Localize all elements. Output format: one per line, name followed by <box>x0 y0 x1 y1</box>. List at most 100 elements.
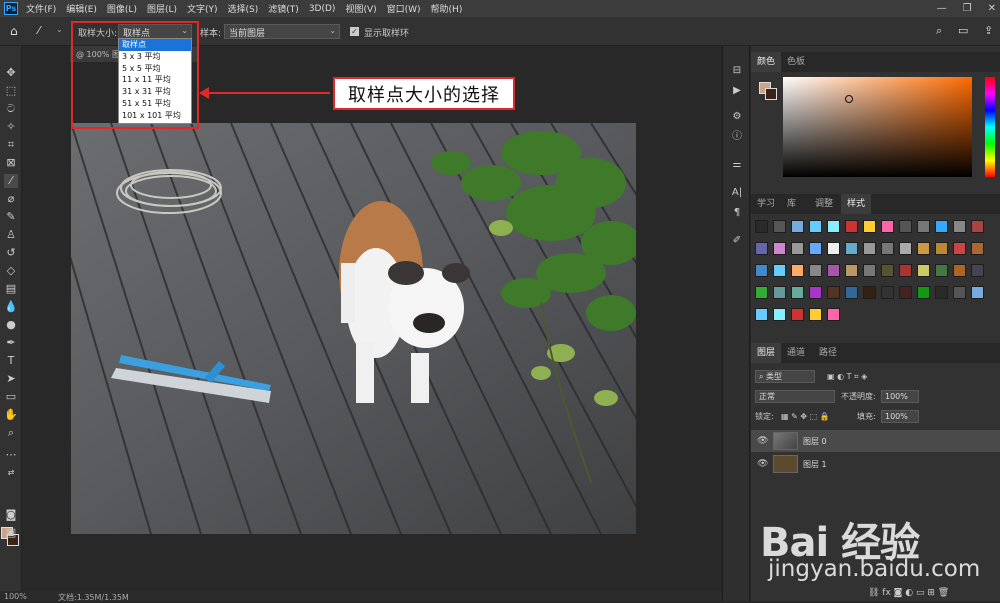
style-swatch[interactable] <box>791 286 804 299</box>
tab-color[interactable]: 颜色 <box>751 52 782 72</box>
menu-edit[interactable]: 编辑(E) <box>66 2 97 15</box>
style-swatch[interactable] <box>863 242 876 255</box>
healing-brush-tool-icon[interactable]: ⌀ <box>4 192 18 206</box>
tab-layers[interactable]: 图层 <box>751 343 782 363</box>
dog-photo[interactable] <box>71 123 636 534</box>
style-swatch[interactable] <box>917 264 930 277</box>
lock-icons[interactable]: ▦ ✎ ✥ ⬚ 🔒 <box>781 410 830 423</box>
style-swatch[interactable] <box>773 220 786 233</box>
style-swatch[interactable] <box>917 286 930 299</box>
eyedropper-tool-icon[interactable]: ⁄ <box>4 174 18 188</box>
style-swatch[interactable] <box>935 264 948 277</box>
style-swatch[interactable] <box>881 242 894 255</box>
style-swatch[interactable] <box>827 220 840 233</box>
eye-icon[interactable]: 👁 <box>757 459 768 469</box>
style-swatch[interactable] <box>971 220 984 233</box>
opacity-input[interactable]: 100% <box>881 390 919 403</box>
style-swatch[interactable] <box>809 220 822 233</box>
style-swatch[interactable] <box>845 242 858 255</box>
style-swatch[interactable] <box>845 220 858 233</box>
style-swatch[interactable] <box>953 286 966 299</box>
style-swatch[interactable] <box>827 264 840 277</box>
style-swatch[interactable] <box>971 264 984 277</box>
layer-row-0[interactable]: 👁 图层 0 <box>751 430 1000 452</box>
style-swatch[interactable] <box>971 242 984 255</box>
style-swatch[interactable] <box>953 264 966 277</box>
style-swatch[interactable] <box>791 220 804 233</box>
swap-colors-icon[interactable]: ⇄ <box>4 466 18 480</box>
style-swatch[interactable] <box>755 242 768 255</box>
tab-styles[interactable]: 样式 <box>841 194 872 214</box>
close-button[interactable]: ✕ <box>988 3 996 14</box>
home-icon[interactable]: ⌂ <box>10 24 18 38</box>
eye-icon[interactable]: 👁 <box>757 436 768 446</box>
style-swatch[interactable] <box>899 264 912 277</box>
tab-paths[interactable]: 路径 <box>813 343 843 363</box>
eraser-tool-icon[interactable]: ◇ <box>4 264 18 278</box>
more-tools-icon[interactable]: ⋯ <box>4 448 18 462</box>
zoom-tool-icon[interactable]: ⌕ <box>4 426 18 440</box>
stamp-tool-icon[interactable]: ♙ <box>4 228 18 242</box>
layer-actions-icons[interactable]: ⛓ fx ◙ ◐ ▭ ⊞ 🗑 <box>868 588 949 598</box>
menu-help[interactable]: 帮助(H) <box>431 2 463 15</box>
style-swatch[interactable] <box>899 286 912 299</box>
menu-3d[interactable]: 3D(D) <box>309 4 336 14</box>
gradient-tool-icon[interactable]: ▤ <box>4 282 18 296</box>
style-swatch[interactable] <box>881 286 894 299</box>
fill-input[interactable]: 100% <box>881 410 919 423</box>
maximize-button[interactable]: ❐ <box>963 3 972 14</box>
style-swatch[interactable] <box>755 220 768 233</box>
menu-select[interactable]: 选择(S) <box>228 2 259 15</box>
path-selection-tool-icon[interactable]: ➤ <box>4 372 18 386</box>
minimize-button[interactable]: — <box>937 3 947 14</box>
magic-wand-tool-icon[interactable]: ✧ <box>4 120 18 134</box>
style-swatch[interactable] <box>755 286 768 299</box>
style-swatch[interactable] <box>809 308 822 321</box>
tab-swatches[interactable]: 色板 <box>781 52 811 72</box>
menu-type[interactable]: 文字(Y) <box>187 2 218 15</box>
style-swatch[interactable] <box>935 242 948 255</box>
style-swatch[interactable] <box>845 286 858 299</box>
quick-mask-icon[interactable]: ◙ <box>4 508 18 522</box>
move-tool-icon[interactable]: ✥ <box>4 66 18 80</box>
style-swatch[interactable] <box>863 286 876 299</box>
brush-settings-icon[interactable]: ⚙ <box>730 110 744 124</box>
paragraph-icon[interactable]: ¶ <box>730 206 744 220</box>
style-swatch[interactable] <box>791 242 804 255</box>
style-swatch[interactable] <box>899 220 912 233</box>
style-swatch[interactable] <box>773 308 786 321</box>
lasso-tool-icon[interactable]: ට <box>4 102 18 116</box>
style-swatch[interactable] <box>755 308 768 321</box>
style-swatch[interactable] <box>899 242 912 255</box>
style-swatch[interactable] <box>881 220 894 233</box>
dodge-tool-icon[interactable]: ● <box>4 318 18 332</box>
brush-tool-icon[interactable]: ✎ <box>4 210 18 224</box>
workspace-icon[interactable]: ▭ <box>958 24 968 37</box>
layer-filter-select[interactable]: ⌕ 类型 <box>755 370 815 383</box>
style-swatch[interactable] <box>773 264 786 277</box>
style-swatch[interactable] <box>827 286 840 299</box>
style-swatch[interactable] <box>773 286 786 299</box>
pen-tool-icon[interactable]: ✒ <box>4 336 18 350</box>
tool-presets-icon[interactable]: ✐ <box>730 234 744 248</box>
share-icon[interactable]: ⇪ <box>984 24 993 37</box>
style-swatch[interactable] <box>791 308 804 321</box>
layer-filter-icons[interactable]: ▣ ◐ T ⌗ ◈ <box>827 370 867 383</box>
style-swatch[interactable] <box>773 242 786 255</box>
menu-layer[interactable]: 图层(L) <box>147 2 177 15</box>
blur-tool-icon[interactable]: 💧 <box>4 300 18 314</box>
style-swatch[interactable] <box>755 264 768 277</box>
style-swatch[interactable] <box>809 264 822 277</box>
search-icon[interactable]: ⌕ <box>936 24 942 38</box>
blend-mode-select[interactable]: 正常 <box>755 390 835 403</box>
style-swatch[interactable] <box>809 286 822 299</box>
play-icon[interactable]: ▶ <box>730 84 744 98</box>
menu-file[interactable]: 文件(F) <box>26 2 56 15</box>
style-swatch[interactable] <box>881 264 894 277</box>
style-swatch[interactable] <box>971 286 984 299</box>
menu-filter[interactable]: 滤镜(T) <box>268 2 299 15</box>
layer-row-1[interactable]: 👁 图层 1 <box>751 453 1000 475</box>
eyedropper-tool-icon[interactable]: ⁄ <box>38 24 40 37</box>
show-sampling-ring-checkbox[interactable]: ✓ <box>350 27 359 36</box>
color-picker-field[interactable] <box>783 77 972 177</box>
